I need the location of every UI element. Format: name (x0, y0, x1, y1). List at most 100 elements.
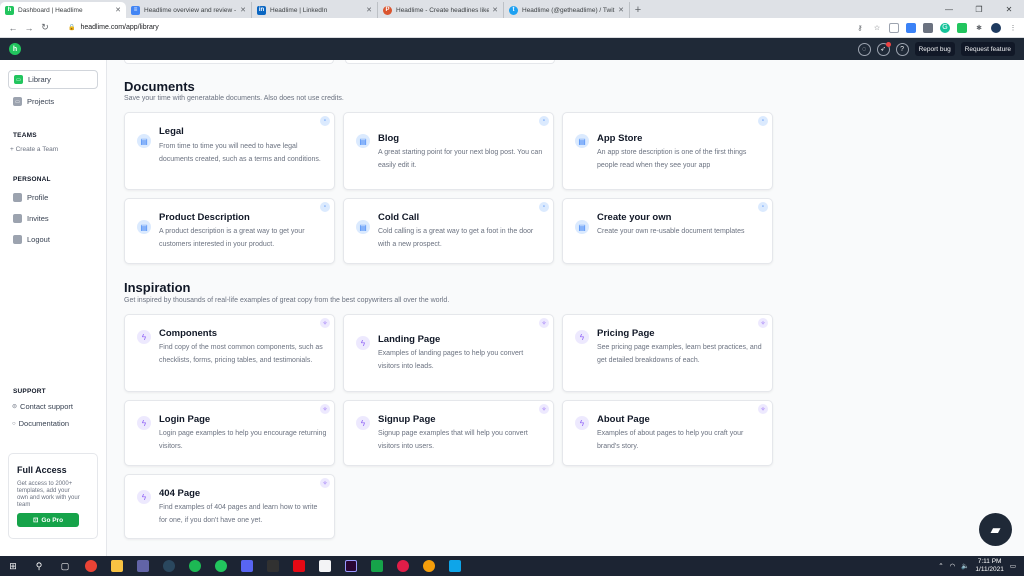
task-view-icon[interactable]: ▢ (52, 556, 78, 576)
discord-icon[interactable] (234, 556, 260, 576)
extension-icon[interactable] (923, 22, 933, 33)
tab-title: Headlime - Create headlines like (396, 6, 490, 14)
minimize-icon[interactable]: — (934, 0, 964, 18)
key-icon[interactable]: ⚷ (855, 23, 865, 33)
time: 7:11 PM (977, 558, 1002, 565)
inspiration-badge-icon: ✧ (320, 318, 330, 328)
file-explorer-icon[interactable] (104, 556, 130, 576)
sidebar-item-logout[interactable]: Logout (8, 230, 98, 249)
spotify-icon[interactable] (182, 556, 208, 576)
windows-start-icon[interactable]: ⊞ (0, 556, 26, 576)
close-tab-icon[interactable]: ✕ (366, 6, 372, 14)
steam-icon[interactable] (156, 556, 182, 576)
url-input[interactable]: 🔒 headlime.com/app/library (60, 20, 847, 35)
sidebar-item-profile[interactable]: Profile (8, 188, 98, 207)
document-icon: ▤ (137, 134, 151, 148)
star-icon[interactable]: ☆ (872, 23, 882, 33)
volume-icon[interactable]: 🔈 (961, 562, 969, 570)
profile-icon (13, 193, 22, 202)
document-card-blog[interactable]: ▫ ▤ Blog A great starting point for your… (343, 112, 554, 190)
app-icon[interactable] (364, 556, 390, 576)
new-tab-button[interactable]: + (630, 2, 646, 18)
promo-title: Full Access (17, 465, 67, 475)
notifications-icon[interactable]: ▭ (1010, 562, 1016, 570)
wifi-icon[interactable]: ◠ (950, 562, 956, 570)
library-icon: ▭ (14, 75, 23, 84)
request-feature-button[interactable]: Request feature (960, 42, 1015, 56)
inspiration-badge-icon: ✧ (539, 318, 549, 328)
browser-tab[interactable]: t Headlime (@getheadlime) / Twit ✕ (504, 2, 630, 18)
grammarly-icon[interactable]: G (940, 22, 950, 33)
document-card-legal[interactable]: ▫ ▤ Legal From time to time you will nee… (124, 112, 335, 190)
contact-support-link[interactable]: ⊜ Contact support (12, 402, 73, 411)
app-icon[interactable] (312, 556, 338, 576)
extension-icon[interactable] (889, 22, 899, 33)
premiere-icon[interactable] (338, 556, 364, 576)
forward-icon[interactable]: → (22, 23, 36, 33)
inspiration-card-about-page[interactable]: ✧ ϟ About Page Examples of about pages t… (562, 400, 773, 466)
go-pro-button[interactable]: ⊡ Go Pro (17, 513, 79, 527)
app-icon[interactable] (416, 556, 442, 576)
chrome-icon[interactable] (78, 556, 104, 576)
document-badge-icon: ▫ (758, 116, 768, 126)
document-card-create-your-own[interactable]: ▫ ▤ Create your own Create your own re-u… (562, 198, 773, 264)
avatar[interactable] (991, 22, 1001, 33)
extension-icon[interactable] (957, 22, 967, 33)
sidebar-item-invites[interactable]: Invites (8, 209, 98, 228)
sidebar-item-label: Logout (27, 235, 50, 244)
headlime-logo-icon[interactable]: h (9, 43, 21, 55)
document-icon: ▤ (356, 134, 370, 148)
card-title: Create your own (597, 212, 672, 223)
producthunt-favicon-icon: P (383, 5, 392, 15)
previous-section-cards (124, 60, 774, 64)
chat-icon[interactable]: ◌ (857, 42, 871, 56)
browser-tab[interactable]: P Headlime - Create headlines like ✕ (378, 2, 504, 18)
report-bug-button[interactable]: Report bug (914, 42, 955, 56)
chat-widget-button[interactable]: ▰ (979, 513, 1012, 546)
browser-tab[interactable]: in Headlime | LinkedIn ✕ (252, 2, 378, 18)
netflix-icon[interactable] (286, 556, 312, 576)
app-icon[interactable] (208, 556, 234, 576)
clock[interactable]: 7:11 PM 1/11/2021 (975, 558, 1003, 574)
reload-icon[interactable]: ↻ (38, 22, 52, 33)
inspiration-card-404-page[interactable]: ✧ ϟ 404 Page Find examples of 404 pages … (124, 474, 335, 539)
document-card-app-store[interactable]: ▫ ▤ App Store An app store description i… (562, 112, 773, 190)
inspiration-badge-icon: ✧ (758, 318, 768, 328)
help-icon[interactable]: ? (895, 42, 909, 56)
document-card-cold-call[interactable]: ▫ ▤ Cold Call Cold calling is a great wa… (343, 198, 554, 264)
close-tab-icon[interactable]: ✕ (492, 6, 498, 14)
inspiration-card-login-page[interactable]: ✧ ϟ Login Page Login page examples to he… (124, 400, 335, 466)
inspiration-card-components[interactable]: ✧ ϟ Components Find copy of the most com… (124, 314, 335, 392)
search-icon[interactable]: ⚲ (26, 556, 52, 576)
inspiration-card-signup-page[interactable]: ✧ ϟ Signup Page Signup page examples tha… (343, 400, 554, 466)
close-tab-icon[interactable]: ✕ (618, 6, 624, 14)
documentation-link[interactable]: ○ Documentation (12, 419, 69, 428)
sidebar-item-library[interactable]: ▭ Library (8, 70, 98, 89)
rocket-icon[interactable]: ➶ (876, 41, 891, 56)
app-icon[interactable] (390, 556, 416, 576)
maximize-icon[interactable]: ❐ (964, 0, 994, 18)
browser-tab[interactable]: h Dashboard | Headlime ✕ (0, 2, 126, 18)
document-card-product-description[interactable]: ▫ ▤ Product Description A product descri… (124, 198, 335, 264)
back-icon[interactable]: ← (6, 23, 20, 33)
inspiration-card-pricing-page[interactable]: ✧ ϟ Pricing Page See pricing page exampl… (562, 314, 773, 392)
extension-icon[interactable] (906, 22, 916, 33)
create-team-link[interactable]: + Create a Team (10, 146, 58, 153)
chevron-up-icon[interactable]: ⌃ (938, 562, 943, 570)
main-content: Documents Save your time with generatabl… (108, 60, 1024, 556)
close-tab-icon[interactable]: ✕ (240, 6, 246, 14)
epic-games-icon[interactable] (260, 556, 286, 576)
document-icon: ▤ (356, 220, 370, 234)
inspiration-title: Inspiration (124, 280, 191, 295)
inspiration-card-landing-page[interactable]: ✧ ϟ Landing Page Examples of landing pag… (343, 314, 554, 392)
card-edge (124, 60, 334, 64)
close-tab-icon[interactable]: ✕ (115, 6, 121, 14)
sidebar-item-projects[interactable]: ▭ Projects (8, 92, 98, 111)
teams-icon[interactable] (130, 556, 156, 576)
browser-tab[interactable]: ≡ Headlime overview and review - ✕ (126, 2, 252, 18)
app-icon[interactable] (442, 556, 468, 576)
close-window-icon[interactable]: ✕ (994, 0, 1024, 18)
more-icon[interactable]: ⋮ (1008, 23, 1018, 33)
puzzle-icon[interactable]: ✱ (974, 23, 984, 33)
sidebar-item-label: Invites (27, 214, 49, 223)
